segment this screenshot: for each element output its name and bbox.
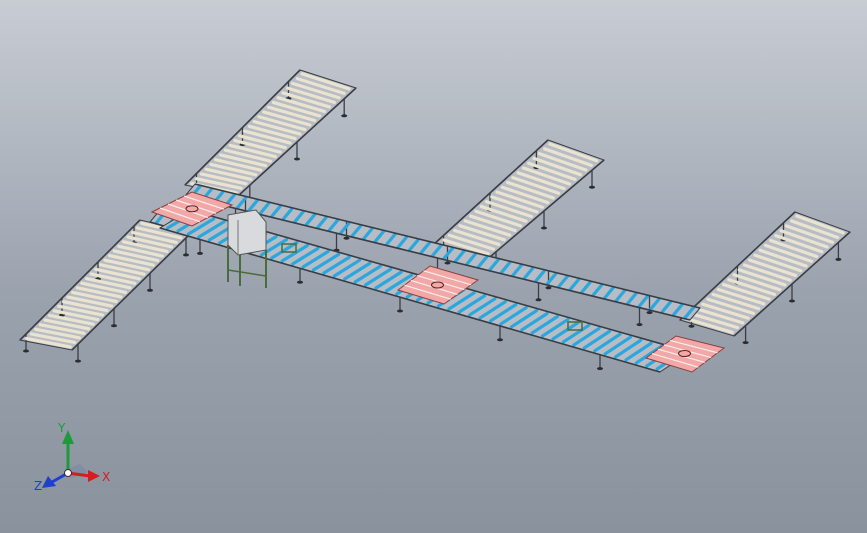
main-line-lower-foot bbox=[497, 338, 503, 342]
main-line-lower-foot bbox=[297, 280, 303, 284]
main-line-upper-foot bbox=[444, 261, 451, 265]
feeder-right-foot bbox=[835, 257, 842, 261]
feeder-lower-left-foot bbox=[75, 359, 81, 363]
feeder-middle-foot bbox=[589, 185, 595, 189]
feeder-lower-left-foot bbox=[147, 288, 153, 292]
3d-graphics-viewport[interactable]: Y X Z bbox=[0, 0, 867, 533]
feeder-right-foot bbox=[742, 341, 749, 345]
z-axis-label: Z bbox=[34, 479, 42, 493]
main-line-lower-foot bbox=[397, 309, 403, 313]
main-line-lower-foot bbox=[197, 251, 203, 255]
feeder-right-foot bbox=[789, 299, 795, 303]
main-line-lower-foot bbox=[597, 367, 603, 371]
feeder-lower-left-foot bbox=[183, 253, 189, 257]
main-line-upper-foot bbox=[646, 311, 653, 315]
conveyor-assembly-model[interactable] bbox=[0, 0, 867, 533]
cabinet-stand-brace bbox=[227, 269, 267, 277]
feeder-upper-left-foot bbox=[294, 157, 300, 161]
triad-origin bbox=[64, 469, 72, 477]
x-axis-arrow bbox=[88, 470, 100, 482]
main-line-upper-foot bbox=[535, 298, 542, 302]
feeder-lower-left-foot bbox=[23, 349, 29, 353]
feeder-upper-left-foot bbox=[341, 114, 348, 118]
feeder-middle-foot bbox=[541, 226, 547, 230]
y-axis-label: Y bbox=[57, 421, 66, 435]
control-cabinet bbox=[227, 209, 267, 256]
main-line-upper-foot bbox=[343, 236, 350, 240]
main-line-upper-foot bbox=[636, 323, 643, 327]
feeder-lower-left-foot bbox=[111, 324, 117, 328]
orientation-triad: Y X Z bbox=[34, 421, 110, 493]
x-axis-label: X bbox=[102, 470, 110, 484]
main-line-upper-foot bbox=[545, 286, 552, 290]
feeder-right-foot bbox=[688, 324, 695, 328]
